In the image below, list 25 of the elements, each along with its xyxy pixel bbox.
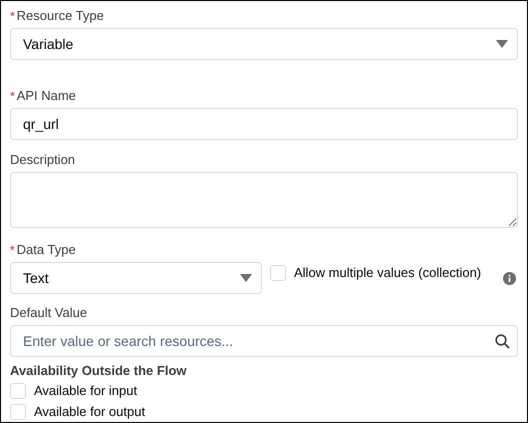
checkbox-label: Available for input xyxy=(34,383,138,399)
search-icon xyxy=(495,334,510,348)
checkbox[interactable] xyxy=(10,383,26,399)
checkbox-label: Allow multiple values (collection) xyxy=(294,265,482,281)
field-label: API Name xyxy=(16,88,76,104)
section-heading: Availability Outside the Flow xyxy=(10,363,188,379)
resource-type-dropdown[interactable]: Variable xyxy=(10,28,518,60)
checkbox-label: Available for output xyxy=(34,404,146,420)
field-label: Resource Type xyxy=(16,8,104,24)
data-type-dropdown[interactable]: Text xyxy=(10,262,262,294)
caret-icon xyxy=(496,40,508,48)
required-mark: * xyxy=(10,88,15,104)
default-value-field[interactable]: Enter value or search resources... xyxy=(10,325,518,357)
api-name-field[interactable]: qr_url xyxy=(10,108,518,140)
caret-icon xyxy=(240,274,252,282)
field-label: Data Type xyxy=(16,242,76,258)
info-icon xyxy=(503,272,516,284)
default-value-input[interactable]: Enter value or search resources... xyxy=(23,332,495,350)
field-label: Default Value xyxy=(10,305,88,321)
required-mark: * xyxy=(10,242,15,258)
checkbox[interactable] xyxy=(270,265,286,281)
required-mark: * xyxy=(10,8,15,24)
description-field[interactable] xyxy=(10,172,518,228)
field-label: Description xyxy=(10,152,76,168)
checkbox[interactable] xyxy=(10,404,26,420)
